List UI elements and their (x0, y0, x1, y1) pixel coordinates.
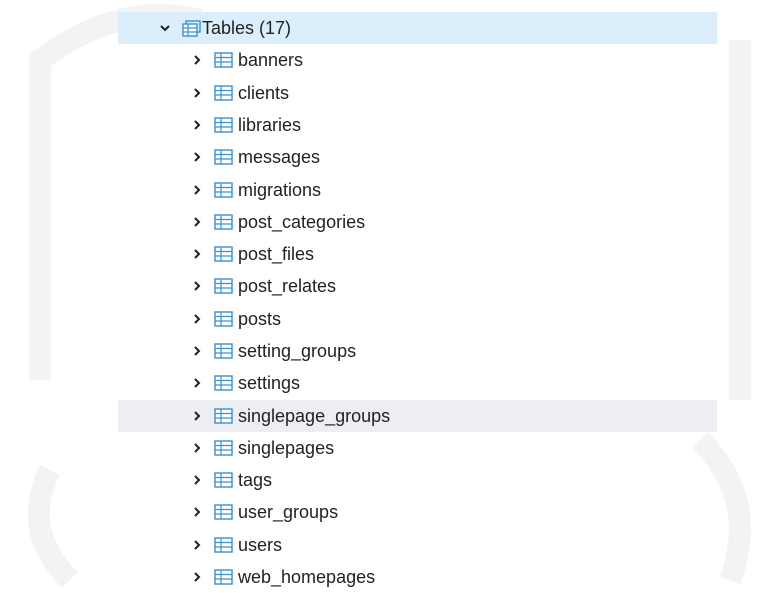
table-icon (214, 117, 233, 133)
table-icon (214, 214, 233, 230)
tree-node-table[interactable]: banners (118, 44, 717, 76)
tree-node-table[interactable]: users (118, 529, 717, 561)
chevron-right-icon[interactable] (190, 53, 204, 67)
chevron-right-icon[interactable] (190, 247, 204, 261)
tree-node-label: messages (238, 147, 321, 167)
chevron-right-icon[interactable] (190, 473, 204, 487)
tree-node-label: migrations (238, 180, 322, 200)
tree-node-table[interactable]: migrations (118, 174, 717, 206)
tree-node-label: libraries (238, 115, 302, 135)
chevron-right-icon[interactable] (190, 505, 204, 519)
tree-node-table[interactable]: singlepage_groups (118, 400, 717, 432)
table-icon (214, 343, 233, 359)
chevron-right-icon[interactable] (190, 183, 204, 197)
tree-node-label: Tables (17) (202, 18, 292, 38)
tree-node-label: singlepage_groups (238, 406, 391, 426)
tree-node-table[interactable]: libraries (118, 109, 717, 141)
chevron-right-icon[interactable] (190, 570, 204, 584)
tree-node-table[interactable]: settings (118, 367, 717, 399)
table-icon (214, 149, 233, 165)
table-icon (214, 85, 233, 101)
tree-node-table[interactable]: messages (118, 141, 717, 173)
chevron-right-icon[interactable] (190, 409, 204, 423)
table-icon (214, 311, 233, 327)
table-icon (214, 472, 233, 488)
chevron-right-icon[interactable] (190, 538, 204, 552)
tree-node-label: post_relates (238, 276, 337, 296)
tree-node-table[interactable]: posts (118, 303, 717, 335)
chevron-right-icon[interactable] (190, 86, 204, 100)
table-icon (214, 569, 233, 585)
tree-node-label: banners (238, 50, 304, 70)
tree-node-table[interactable]: post_files (118, 238, 717, 270)
tree-node-label: clients (238, 83, 290, 103)
table-icon (214, 537, 233, 553)
tables-folder-icon (182, 20, 201, 37)
tree-node-label: post_categories (238, 212, 366, 232)
chevron-down-icon[interactable] (158, 21, 172, 35)
tree-node-tables[interactable]: Tables (17) (118, 12, 717, 44)
tree-node-label: posts (238, 309, 282, 329)
object-browser-tree: Tables (17) banners clients libraries messa… (118, 12, 717, 588)
tree-node-label: users (238, 535, 283, 555)
tree-node-table[interactable]: setting_groups (118, 335, 717, 367)
tree-node-label: tags (238, 470, 273, 490)
tree-node-table[interactable]: clients (118, 77, 717, 109)
table-icon (214, 440, 233, 456)
table-icon (214, 504, 233, 520)
table-icon (214, 52, 233, 68)
tree-node-label: user_groups (238, 502, 339, 522)
chevron-right-icon[interactable] (190, 279, 204, 293)
tree-node-table[interactable]: user_groups (118, 496, 717, 528)
table-icon (214, 246, 233, 262)
chevron-right-icon[interactable] (190, 376, 204, 390)
table-icon (214, 278, 233, 294)
table-icon (214, 408, 233, 424)
tree-node-table[interactable]: post_relates (118, 270, 717, 302)
tree-node-label: web_homepages (238, 567, 376, 587)
chevron-right-icon[interactable] (190, 215, 204, 229)
tree-node-table[interactable]: tags (118, 464, 717, 496)
chevron-right-icon[interactable] (190, 312, 204, 326)
tree-node-label: singlepages (238, 438, 335, 458)
tree-node-label: settings (238, 373, 301, 393)
chevron-right-icon[interactable] (190, 118, 204, 132)
chevron-right-icon[interactable] (190, 344, 204, 358)
table-icon (214, 375, 233, 391)
tree-node-label: setting_groups (238, 341, 357, 361)
table-icon (214, 182, 233, 198)
tree-node-table[interactable]: post_categories (118, 206, 717, 238)
chevron-right-icon[interactable] (190, 150, 204, 164)
chevron-right-icon[interactable] (190, 441, 204, 455)
tree-node-table[interactable]: web_homepages (118, 561, 717, 593)
tree-node-label: post_files (238, 244, 315, 264)
tree-node-table[interactable]: singlepages (118, 432, 717, 464)
